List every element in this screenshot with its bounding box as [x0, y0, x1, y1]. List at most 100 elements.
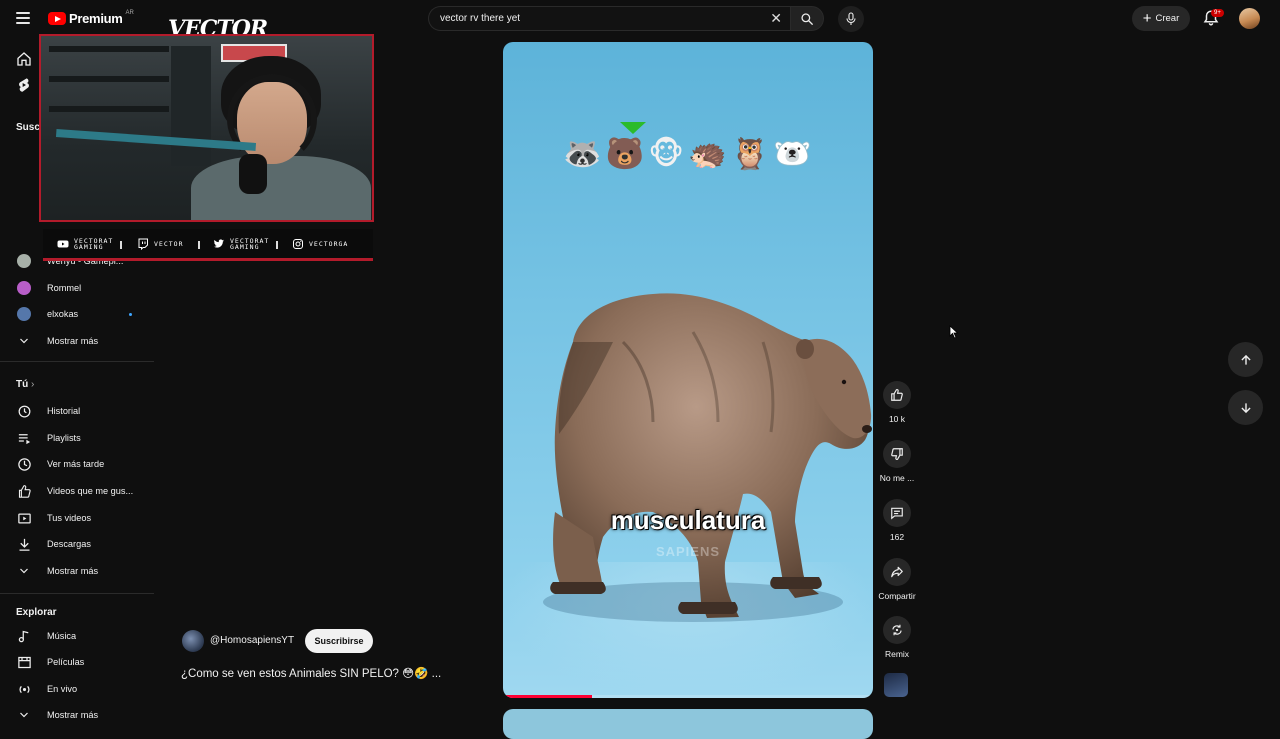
social-separator: [276, 241, 278, 249]
like-icon: [891, 389, 903, 401]
sidebar-item-label: Historial: [47, 406, 81, 416]
search-button[interactable]: [790, 6, 824, 31]
like-count: 10 k: [888, 414, 906, 424]
sidebar-item-label: Películas: [47, 657, 85, 667]
arrow-down-icon: [1240, 402, 1251, 413]
chevron-down-icon: [20, 338, 28, 344]
channel-name: elxokas: [47, 309, 79, 319]
share-button[interactable]: Compartir: [878, 558, 916, 601]
channel-avatar: [17, 254, 31, 268]
comments-button[interactable]: 162: [880, 499, 914, 542]
chevron-down-icon: [20, 568, 28, 574]
channel-avatar: [17, 281, 31, 295]
sidebar-item-label: Playlists: [47, 433, 81, 443]
search-input[interactable]: vector rv there yet ✕: [428, 6, 790, 31]
arrow-up-icon: [1240, 354, 1251, 365]
remix-icon: [892, 624, 902, 636]
share-icon: [891, 566, 903, 578]
subscriptions-show-more[interactable]: Mostrar más: [8, 329, 148, 353]
movies-icon: [17, 656, 31, 668]
channel-avatar: [17, 307, 31, 321]
hairless-bear-illustration: [543, 293, 872, 622]
channel-name: Rommel: [47, 283, 82, 293]
comment-count: 162: [889, 532, 905, 542]
dislike-button[interactable]: No me ...: [880, 440, 914, 483]
create-label: Crear: [1155, 13, 1180, 24]
video-watermark: SAPIENS: [655, 544, 721, 559]
channel-handle[interactable]: @HomosapiensYT: [210, 635, 294, 646]
sidebar-item-label: Ver más tarde: [47, 459, 105, 469]
twitter-icon: [214, 239, 224, 248]
channel-avatar[interactable]: [182, 630, 204, 652]
history-icon: [18, 405, 30, 417]
sidebar-item-live[interactable]: En vivo: [8, 677, 148, 701]
voice-search-button[interactable]: [838, 6, 864, 32]
liked-videos-icon: [18, 484, 31, 498]
shorts-icon[interactable]: [16, 77, 32, 93]
sidebar-channel-elxokas[interactable]: elxokas: [8, 302, 148, 326]
sidebar-item-your-videos[interactable]: Tus videos: [8, 506, 148, 530]
like-button[interactable]: 10 k: [880, 381, 914, 424]
youtube-icon: [57, 240, 69, 248]
dislike-icon: [891, 448, 903, 460]
subscribe-button[interactable]: Suscribirse: [305, 629, 373, 653]
twitch-icon: [138, 238, 148, 250]
dislike-label: No me ...: [879, 473, 915, 483]
sidebar-item-music[interactable]: Música: [8, 624, 148, 648]
youtube-premium-logo[interactable]: Premium AR: [48, 10, 134, 26]
show-more-label: Mostrar más: [47, 566, 99, 576]
new-content-dot: [129, 313, 132, 316]
sidebar-item-downloads[interactable]: Descargas: [8, 532, 148, 556]
social-twitch: VECTOR: [137, 238, 183, 250]
next-short-button[interactable]: [1228, 390, 1263, 425]
short-video-player[interactable]: 🦝 🐻 🐵 🦔 🦉 🐻‍❄️: [503, 42, 873, 698]
notification-badge: 9+: [1211, 9, 1224, 17]
downloads-icon: [19, 538, 29, 551]
explore-heading: Explorar: [16, 607, 57, 618]
home-icon[interactable]: [16, 51, 32, 67]
next-short-preview[interactable]: [503, 709, 873, 739]
video-progress-bar[interactable]: [503, 695, 873, 698]
sidebar-divider: [0, 593, 154, 594]
plus-icon: +: [1142, 10, 1152, 27]
you-heading[interactable]: Tú ›: [16, 379, 34, 390]
sidebar-item-liked-videos[interactable]: Videos que me gus...: [8, 479, 148, 503]
account-avatar[interactable]: [1239, 8, 1260, 29]
show-more-label: Mostrar más: [47, 710, 99, 720]
sidebar-item-playlists[interactable]: Playlists: [8, 426, 148, 450]
chevron-right-icon: ›: [31, 379, 35, 390]
music-icon: [18, 630, 28, 642]
streamer-social-bar: VECTORAT GAMING VECTOR VECTORAT GAMING V…: [43, 229, 373, 261]
sidebar-divider: [0, 361, 154, 362]
sidebar-item-label: Descargas: [47, 539, 91, 549]
comments-icon: [891, 507, 903, 520]
sidebar-item-label: Música: [47, 631, 77, 641]
social-youtube: VECTORAT GAMING: [57, 238, 113, 250]
your-videos-icon: [17, 513, 31, 523]
clear-search-icon[interactable]: ✕: [770, 11, 782, 25]
you-heading-label: Tú: [16, 379, 29, 390]
explore-show-more[interactable]: Mostrar más: [8, 703, 148, 727]
share-label: Compartir: [878, 591, 916, 601]
search-query: vector rv there yet: [440, 13, 521, 24]
sidebar-channel-rommel[interactable]: Rommel: [8, 276, 148, 300]
sound-source-avatar[interactable]: [884, 673, 908, 697]
you-show-more[interactable]: Mostrar más: [8, 559, 148, 583]
short-title[interactable]: ¿Como se ven estos Animales SIN PELO? 😳🤣…: [181, 666, 441, 680]
subscriptions-heading[interactable]: Susc: [16, 122, 40, 133]
remix-button[interactable]: Remix: [880, 616, 914, 659]
social-handle: VECTORAT GAMING: [230, 237, 270, 251]
sidebar-item-label: Tus videos: [47, 513, 92, 523]
chevron-down-icon: [20, 712, 28, 718]
create-button[interactable]: + Crear: [1132, 6, 1190, 31]
video-caption: musculatura: [610, 505, 766, 535]
sidebar-item-watch-later[interactable]: Ver más tarde: [8, 452, 148, 476]
sidebar-item-movies[interactable]: Películas: [8, 650, 148, 674]
youtube-logo-icon: [48, 12, 66, 25]
sidebar-item-label: En vivo: [47, 684, 78, 694]
social-separator: [198, 241, 200, 249]
social-handle: VECTORGA: [309, 240, 349, 248]
previous-short-button[interactable]: [1228, 342, 1263, 377]
menu-icon[interactable]: [16, 12, 30, 24]
sidebar-item-history[interactable]: Historial: [8, 399, 148, 423]
